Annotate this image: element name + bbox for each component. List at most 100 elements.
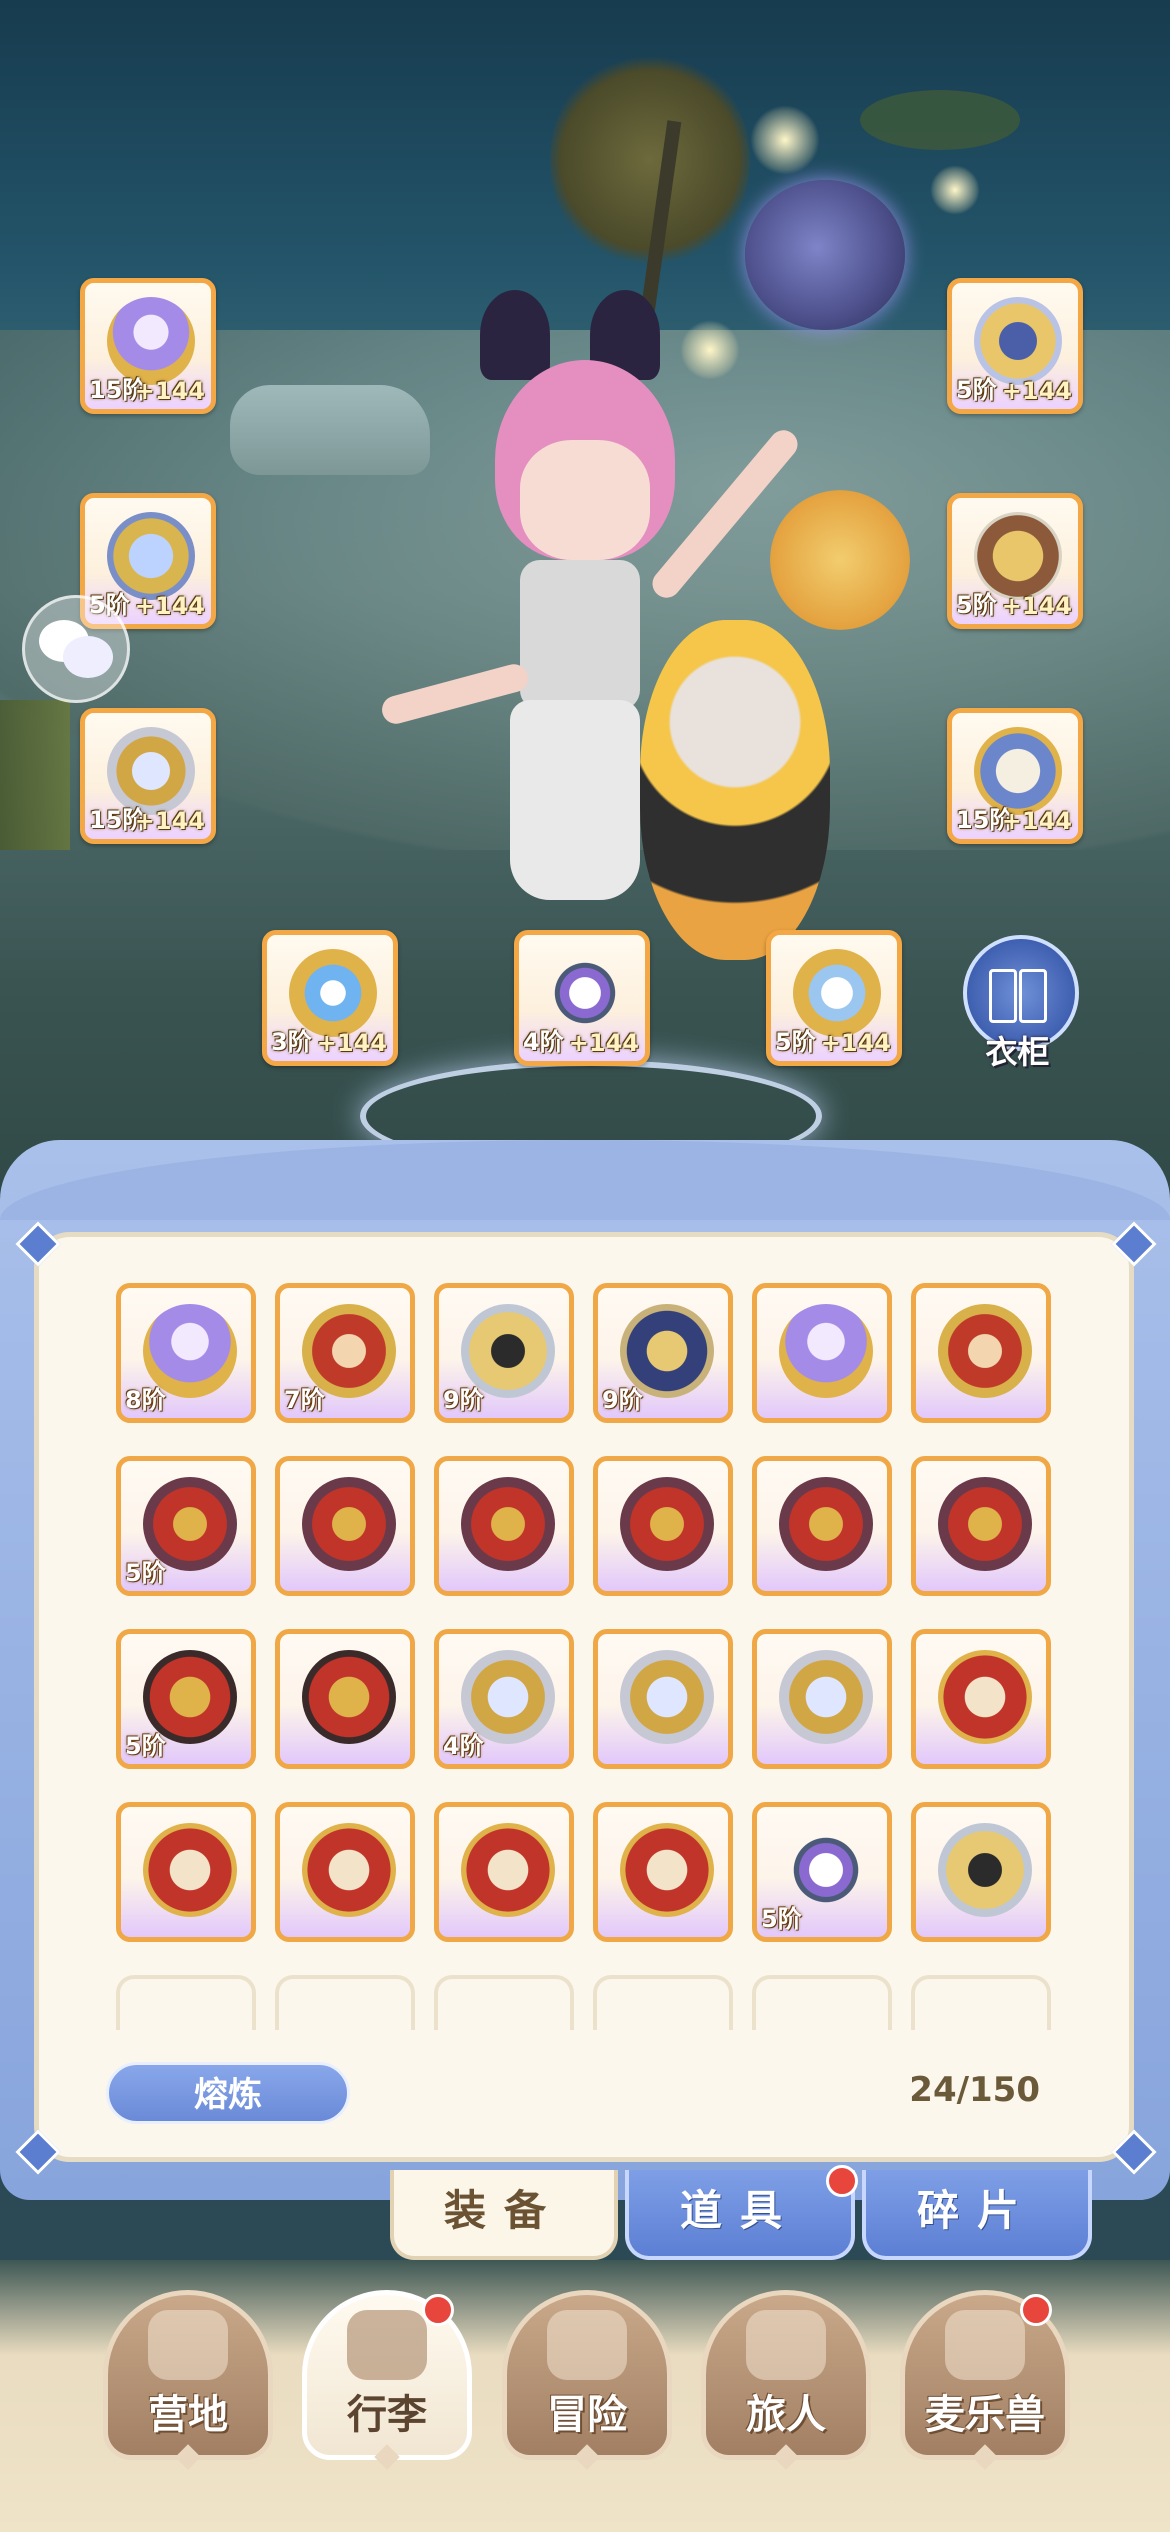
inventory-item[interactable] — [752, 1456, 892, 1596]
red-chest-armor-icon — [302, 1477, 396, 1571]
companion-pet — [640, 620, 830, 960]
crossed-swords-icon — [547, 2310, 627, 2380]
tier-label: 5阶 — [125, 1732, 166, 1760]
inventory-item[interactable] — [911, 1629, 1051, 1769]
fox-pet-icon — [945, 2310, 1025, 2380]
inventory-item[interactable] — [275, 1629, 415, 1769]
equipped-slot-bottom-2[interactable]: 4阶 +144 — [514, 930, 650, 1066]
tier-label: 7阶 — [284, 1386, 325, 1414]
inventory-item[interactable] — [434, 1802, 574, 1942]
tab-items[interactable]: 道具 — [625, 2170, 855, 2260]
empty-inventory-slot[interactable] — [434, 1975, 574, 2030]
enhance-level: +144 — [1001, 592, 1072, 620]
inventory-item[interactable] — [116, 1802, 256, 1942]
tab-equipment[interactable]: 装备 — [390, 2170, 618, 2260]
wardrobe-label: 衣柜 — [985, 1033, 1050, 1071]
enhance-level: +144 — [134, 807, 205, 835]
inventory-item[interactable]: 9阶 — [593, 1283, 733, 1423]
castle-icon — [148, 2310, 228, 2380]
enhance-level: +144 — [1001, 377, 1072, 405]
equipped-slot-bottom-3[interactable]: 5阶 +144 — [766, 930, 902, 1066]
equipped-slot-right-1[interactable]: 5阶 +144 — [947, 278, 1083, 414]
enhance-level: +144 — [134, 377, 205, 405]
leg-armor-icon — [779, 1650, 873, 1744]
enhance-level: +144 — [1001, 807, 1072, 835]
red-boots-icon — [620, 1823, 714, 1917]
inventory-item[interactable] — [911, 1456, 1051, 1596]
rock — [230, 385, 430, 475]
smelt-button[interactable]: 熔炼 — [106, 2062, 350, 2124]
cat-ear-headphone — [480, 290, 550, 380]
gold-helmet-icon — [938, 1823, 1032, 1917]
inventory-item[interactable] — [593, 1456, 733, 1596]
tab-fragments[interactable]: 碎片 — [862, 2170, 1092, 2260]
inventory-item[interactable] — [911, 1802, 1051, 1942]
wardrobe-button[interactable]: 衣柜 — [955, 935, 1080, 1071]
equipped-slot-left-1[interactable]: 15阶 +144 — [80, 278, 216, 414]
inventory-count: 24/150 — [909, 2070, 1040, 2110]
inventory-item[interactable]: 5阶 — [116, 1456, 256, 1596]
empty-inventory-slot[interactable] — [911, 1975, 1051, 2030]
inventory-item[interactable]: 5阶 — [752, 1802, 892, 1942]
inventory-item[interactable]: 7阶 — [275, 1283, 415, 1423]
chat-button[interactable] — [22, 595, 130, 703]
nav-label: 营地 — [148, 2392, 228, 2438]
inventory-item[interactable]: 8阶 — [116, 1283, 256, 1423]
enhance-level: +144 — [134, 592, 205, 620]
nav-fox-pet[interactable]: 麦乐兽 — [900, 2290, 1070, 2470]
paw-emblem — [770, 490, 910, 630]
inventory-item[interactable]: 4阶 — [434, 1629, 574, 1769]
inventory-item[interactable] — [593, 1629, 733, 1769]
red-chest-armor-icon — [461, 1477, 555, 1571]
nav-label: 行李 — [347, 2392, 427, 2438]
empty-inventory-slot[interactable] — [752, 1975, 892, 2030]
tier-label: 4阶 — [523, 1028, 564, 1056]
inventory-item[interactable]: 9阶 — [434, 1283, 574, 1423]
tier-label: 4阶 — [443, 1732, 484, 1760]
nav-label: 冒险 — [547, 2392, 627, 2438]
tier-label: 9阶 — [602, 1386, 643, 1414]
floating-mystic-orb — [745, 180, 905, 330]
tier-label: 3阶 — [271, 1028, 312, 1056]
tier-label: 5阶 — [956, 376, 997, 404]
red-chest-armor-icon — [938, 1477, 1032, 1571]
light-orb — [930, 165, 980, 215]
inventory-item[interactable] — [911, 1283, 1051, 1423]
enhance-level: +144 — [316, 1029, 387, 1057]
character-legs — [510, 700, 640, 900]
equipped-slot-right-2[interactable]: 5阶 +144 — [947, 493, 1083, 629]
nav-castle[interactable]: 营地 — [103, 2290, 273, 2470]
red-boots-icon — [938, 1650, 1032, 1744]
inventory-item[interactable] — [752, 1283, 892, 1423]
inventory-item[interactable] — [275, 1456, 415, 1596]
nav-traveler-portrait[interactable]: 旅人 — [701, 2290, 871, 2470]
nav-label: 麦乐兽 — [925, 2392, 1045, 2438]
tier-label: 9阶 — [443, 1386, 484, 1414]
inventory-item[interactable] — [434, 1456, 574, 1596]
inventory-item[interactable] — [593, 1802, 733, 1942]
notification-badge — [1020, 2294, 1052, 2326]
equipped-slot-bottom-1[interactable]: 3阶 +144 — [262, 930, 398, 1066]
inventory-item[interactable] — [275, 1802, 415, 1942]
empty-inventory-slot[interactable] — [275, 1975, 415, 2030]
inventory-item[interactable] — [752, 1629, 892, 1769]
equipped-slot-right-3[interactable]: 15阶 +144 — [947, 708, 1083, 844]
equipped-slot-left-3[interactable]: 15阶 +144 — [80, 708, 216, 844]
chat-icon-2 — [63, 636, 113, 678]
red-gauntlet-icon — [302, 1650, 396, 1744]
light-orb — [680, 320, 740, 380]
nav-crossed-swords[interactable]: 冒险 — [502, 2290, 672, 2470]
red-chest-armor-icon — [779, 1477, 873, 1571]
light-orb — [750, 105, 820, 175]
tier-label: 5阶 — [761, 1905, 802, 1933]
tab-items-badge — [826, 2165, 858, 2197]
tier-label: 5阶 — [956, 591, 997, 619]
leg-armor-icon — [620, 1650, 714, 1744]
empty-inventory-slot[interactable] — [116, 1975, 256, 2030]
empty-inventory-slot[interactable] — [593, 1975, 733, 2030]
enhance-level: +144 — [820, 1029, 891, 1057]
nav-backpack[interactable]: 行李 — [302, 2290, 472, 2470]
notification-badge — [422, 2294, 454, 2326]
traveler-portrait-icon — [746, 2310, 826, 2380]
inventory-item[interactable]: 5阶 — [116, 1629, 256, 1769]
